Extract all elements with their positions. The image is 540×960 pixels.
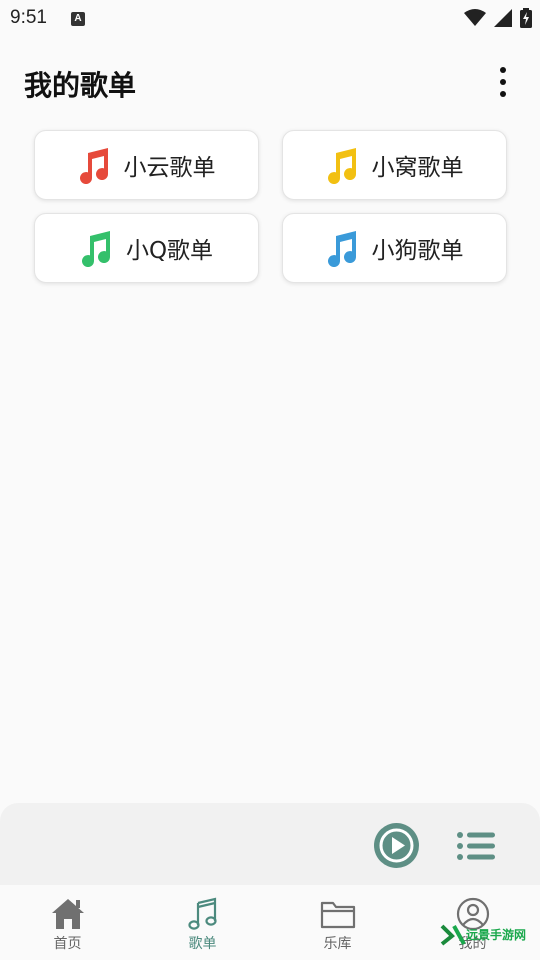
playlist-icon — [457, 832, 495, 860]
nav-label: 乐库 — [323, 936, 352, 952]
playlist-label: 小窝歌单 — [371, 155, 464, 181]
home-icon — [51, 899, 84, 929]
notification-icon: A — [71, 12, 85, 26]
more-options-button[interactable] — [492, 64, 514, 100]
status-time: 9:51 — [10, 7, 47, 28]
signal-icon — [494, 9, 512, 27]
watermark-logo-icon — [440, 924, 466, 946]
nav-item-home[interactable]: 首页 — [0, 885, 135, 960]
page-title: 我的歌单 — [24, 69, 137, 102]
playlist-card[interactable]: 小云歌单 — [34, 130, 259, 200]
wifi-icon — [464, 9, 486, 26]
music-note-icon — [327, 148, 356, 185]
mini-player — [0, 803, 540, 885]
playlist-card[interactable]: 小狗歌单 — [282, 213, 507, 283]
folder-icon — [320, 901, 355, 929]
music-note-icon — [187, 897, 217, 930]
status-icons — [464, 8, 532, 28]
more-dot — [500, 91, 506, 97]
music-note-icon — [81, 231, 110, 268]
watermark-text: 远景手游网 — [466, 928, 527, 942]
status-bar: 9:51 A — [0, 0, 540, 36]
play-button[interactable] — [374, 823, 419, 868]
playlist-label: 小Q歌单 — [125, 238, 214, 264]
nav-label: 首页 — [53, 936, 82, 952]
app-header: 我的歌单 — [0, 50, 540, 114]
watermark: 远景手游网 — [440, 922, 540, 952]
nav-item-playlist[interactable]: 歌单 — [135, 885, 270, 960]
more-dot — [500, 79, 506, 85]
battery-icon — [520, 8, 532, 28]
music-note-icon — [79, 148, 108, 185]
playlist-card[interactable]: 小窝歌单 — [282, 130, 507, 200]
playlist-label: 小云歌单 — [123, 155, 216, 181]
more-vertical-icon — [500, 67, 506, 73]
playlist-label: 小狗歌单 — [371, 238, 464, 264]
music-note-icon — [327, 231, 356, 268]
nav-label: 歌单 — [188, 936, 217, 952]
nav-item-library[interactable]: 乐库 — [270, 885, 405, 960]
playlist-card[interactable]: 小Q歌单 — [34, 213, 259, 283]
app-screen: 9:51 A 我的歌单 小云歌单 小窝歌单 小Q歌单 小狗歌单 首页 歌单 乐库… — [0, 0, 540, 960]
playlist-queue-button[interactable] — [457, 831, 495, 861]
